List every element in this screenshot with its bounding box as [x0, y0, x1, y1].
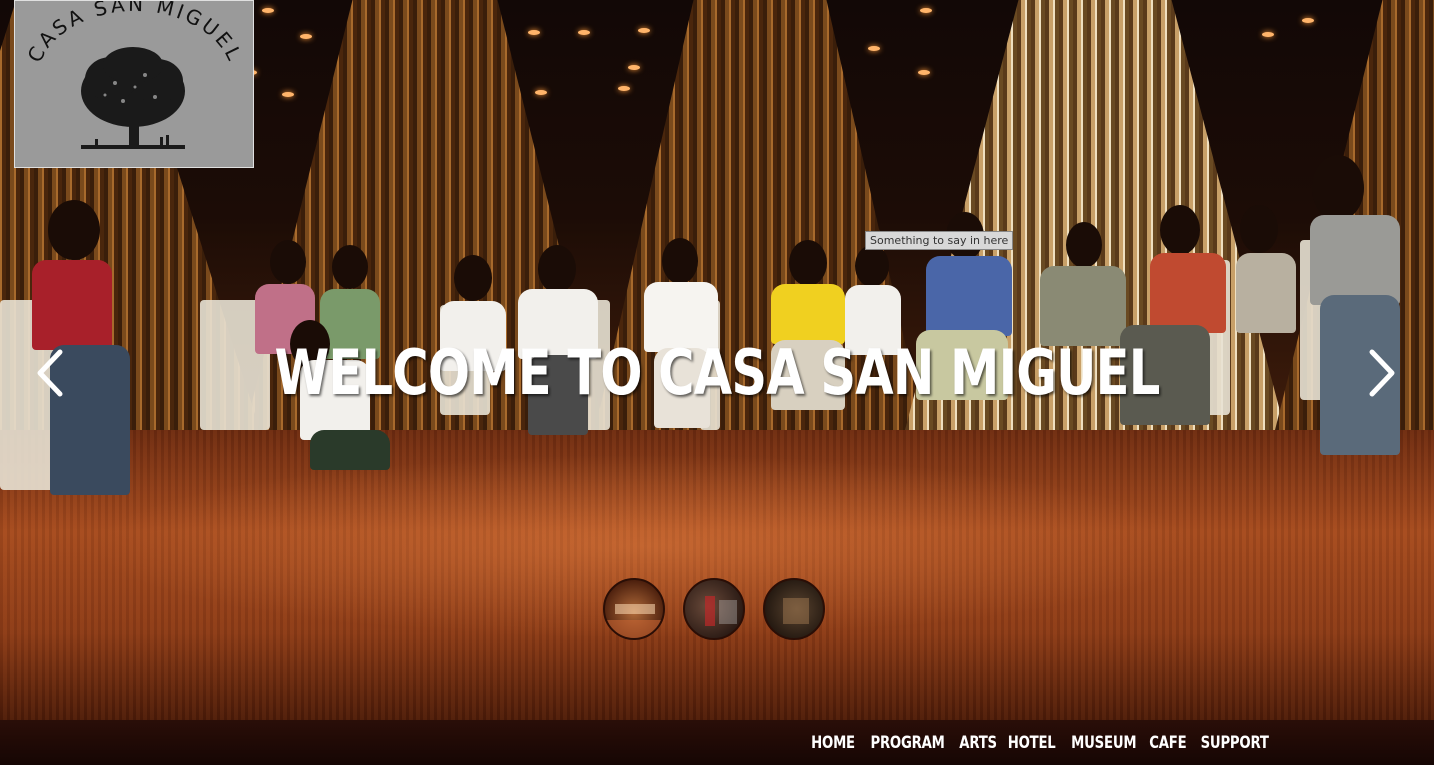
nav-item-cafe[interactable]: CAFE — [1149, 733, 1186, 753]
ceiling-light — [262, 8, 274, 13]
nav-item-home[interactable]: HOME — [811, 733, 855, 753]
nav-item-hotel[interactable]: HOTEL — [1008, 733, 1056, 753]
hero-slider: CASA SAN MIGUEL Something to say in here… — [0, 0, 1434, 720]
slide-thumbnail-1[interactable] — [603, 578, 665, 640]
ceiling-light — [282, 92, 294, 97]
ceiling-light — [1262, 32, 1274, 37]
floor-glow — [0, 430, 1434, 720]
tooltip: Something to say in here — [865, 231, 1014, 250]
hero-headline: WELCOME TO CASA SAN MIGUEL — [274, 336, 1160, 409]
ceiling-light — [1302, 18, 1314, 23]
nav-item-museum[interactable]: MUSEUM — [1071, 733, 1136, 753]
site-logo[interactable]: CASA SAN MIGUEL — [14, 0, 254, 168]
ceiling-light — [618, 86, 630, 91]
ceiling-light — [638, 28, 650, 33]
ceiling-light — [628, 65, 640, 70]
ceiling-light — [535, 90, 547, 95]
tree-logo-icon: CASA SAN MIGUEL — [22, 1, 245, 149]
ceiling-light — [528, 30, 540, 35]
ceiling-light — [300, 34, 312, 39]
next-slide-button[interactable] — [1362, 348, 1402, 398]
prev-slide-button[interactable] — [30, 348, 70, 398]
nav-menu: HOME PROGRAM ARTS HOTEL MUSEUM CAFE SUPP… — [808, 720, 1280, 765]
nav-item-program[interactable]: PROGRAM — [871, 733, 945, 753]
main-navigation: HOME PROGRAM ARTS HOTEL MUSEUM CAFE SUPP… — [0, 720, 1434, 765]
slide-thumbnail-2[interactable] — [683, 578, 745, 640]
chevron-right-icon — [1369, 349, 1395, 397]
nav-item-arts[interactable]: ARTS — [960, 733, 998, 753]
ceiling-light — [918, 70, 930, 75]
chevron-left-icon — [37, 349, 63, 397]
ceiling-light — [920, 8, 932, 13]
nav-item-support[interactable]: SUPPORT — [1200, 733, 1268, 753]
ceiling-light — [578, 30, 590, 35]
ceiling-light — [868, 46, 880, 51]
slide-thumbnail-3[interactable] — [763, 578, 825, 640]
child-musician — [1290, 155, 1410, 465]
